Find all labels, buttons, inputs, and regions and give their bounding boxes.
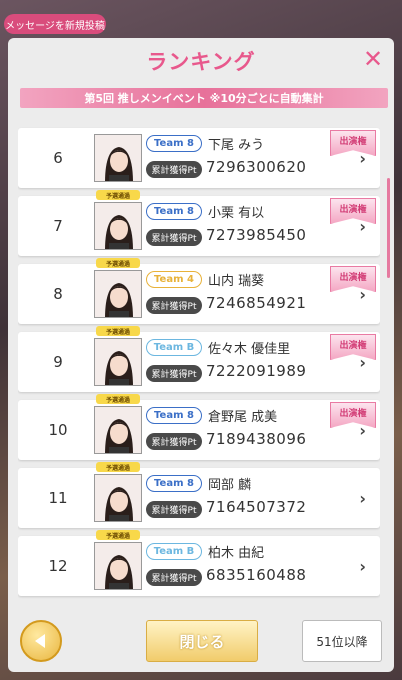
ranking-list[interactable]: 6 Team 8 下尾 みう 累計獲得Pt 7296300620 › 出演権 7 (18, 116, 380, 626)
ranking-modal: ランキング ✕ 第5回 推しメンイベント ※10分ごとに自動集計 6 Team … (8, 38, 394, 672)
appearance-right-badge: 出演権 (330, 198, 376, 224)
ranking-row[interactable]: 6 Team 8 下尾 みう 累計獲得Pt 7296300620 › 出演権 (18, 128, 380, 188)
rank-number: 6 (53, 149, 63, 167)
avatar (94, 406, 142, 454)
member-name: 小栗 有以 (208, 206, 265, 221)
team-badge: Team 8 (146, 475, 202, 492)
scrollbar[interactable] (387, 178, 390, 278)
back-arrow-icon[interactable] (20, 620, 62, 662)
points-value: 7164507372 (206, 498, 307, 516)
rank-number: 7 (53, 217, 63, 235)
member-name: 下尾 みう (208, 138, 265, 153)
rank-number: 11 (48, 489, 68, 507)
points-value: 7189438096 (206, 430, 307, 448)
chevron-right-icon: › (359, 489, 366, 508)
qualified-badge: 予選通過 (96, 190, 140, 200)
qualified-badge: 予選通過 (96, 530, 140, 540)
avatar (94, 542, 142, 590)
team-badge: Team B (146, 339, 202, 356)
rank-number: 12 (48, 557, 68, 575)
modal-title: ランキング (146, 50, 256, 74)
next-page-button[interactable]: 51位以降 (302, 620, 382, 662)
points-label: 累計獲得Pt (146, 569, 202, 586)
points-label: 累計獲得Pt (146, 433, 202, 450)
rank-number: 9 (53, 353, 63, 371)
avatar (94, 134, 142, 182)
points-value: 6835160488 (206, 566, 307, 584)
rank-number: 8 (53, 285, 63, 303)
ranking-row[interactable]: 11 Team 8 岡部 麟 累計獲得Pt 7164507372 › 予選通過 (18, 462, 380, 528)
appearance-right-badge: 出演権 (330, 266, 376, 292)
event-subtitle: 第5回 推しメンイベント ※10分ごとに自動集計 (20, 88, 388, 108)
avatar (94, 202, 142, 250)
points-value: 7296300620 (206, 158, 307, 176)
points-label: 累計獲得Pt (146, 501, 202, 518)
qualified-badge: 予選通過 (96, 326, 140, 336)
points-label: 累計獲得Pt (146, 229, 202, 246)
appearance-right-badge: 出演権 (330, 334, 376, 360)
ranking-row[interactable]: 10 Team 8 倉野尾 成美 累計獲得Pt 7189438096 › 予選通… (18, 394, 380, 460)
member-name: 柏木 由紀 (208, 546, 265, 561)
team-badge: Team 8 (146, 135, 202, 152)
member-name: 倉野尾 成美 (208, 410, 278, 425)
chevron-right-icon: › (359, 557, 366, 576)
team-badge: Team 4 (146, 271, 202, 288)
team-badge: Team B (146, 543, 202, 560)
rank-number: 10 (48, 421, 68, 439)
avatar (94, 338, 142, 386)
qualified-badge: 予選通過 (96, 258, 140, 268)
points-value: 7246854921 (206, 294, 307, 312)
appearance-right-badge: 出演権 (330, 130, 376, 156)
avatar (94, 474, 142, 522)
qualified-badge: 予選通過 (96, 394, 140, 404)
team-badge: Team 8 (146, 407, 202, 424)
ranking-row[interactable]: 9 Team B 佐々木 優佳里 累計獲得Pt 7222091989 › 予選通… (18, 326, 380, 392)
team-badge: Team 8 (146, 203, 202, 220)
member-name: 岡部 麟 (208, 478, 252, 493)
new-message-button[interactable]: メッセージを新規投稿 (4, 14, 106, 34)
member-name: 山内 瑞葵 (208, 274, 265, 289)
ranking-row[interactable]: 8 Team 4 山内 瑞葵 累計獲得Pt 7246854921 › 予選通過出… (18, 258, 380, 324)
points-value: 7273985450 (206, 226, 307, 244)
appearance-right-badge: 出演権 (330, 402, 376, 428)
member-name: 佐々木 優佳里 (208, 342, 291, 357)
qualified-badge: 予選通過 (96, 462, 140, 472)
close-icon[interactable]: ✕ (362, 47, 384, 71)
ranking-row[interactable]: 12 Team B 柏木 由紀 累計獲得Pt 6835160488 › 予選通過 (18, 530, 380, 596)
points-label: 累計獲得Pt (146, 297, 202, 314)
ranking-row[interactable]: 7 Team 8 小栗 有以 累計獲得Pt 7273985450 › 予選通過出… (18, 190, 380, 256)
points-value: 7222091989 (206, 362, 307, 380)
points-label: 累計獲得Pt (146, 365, 202, 382)
avatar (94, 270, 142, 318)
close-button[interactable]: 閉じる (146, 620, 258, 662)
points-label: 累計獲得Pt (146, 161, 202, 178)
